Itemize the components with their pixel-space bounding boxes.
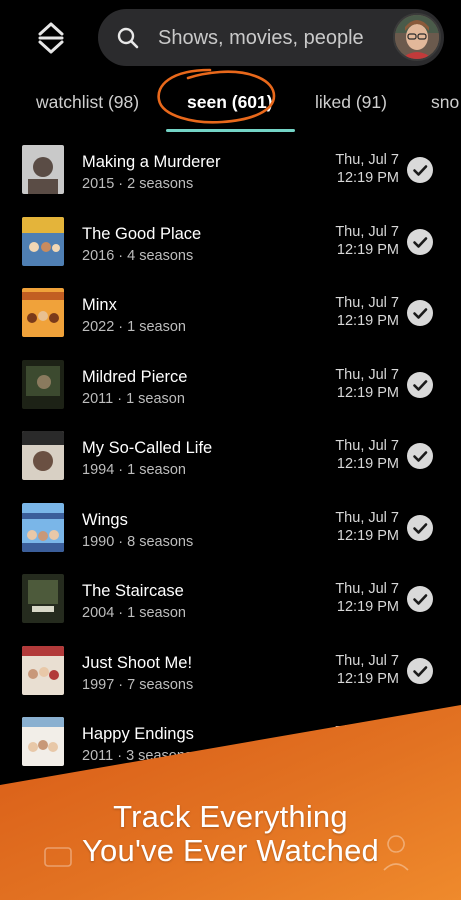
poster-image xyxy=(22,145,64,194)
poster-image xyxy=(22,359,64,409)
poster-image xyxy=(22,216,64,266)
item-date: Thu, Jul 7 12:19 PM xyxy=(335,724,399,758)
item-meta: 1990 · 8 seasons xyxy=(82,533,194,550)
sort-icon[interactable] xyxy=(36,20,66,56)
item-date: Thu, Jul 7 12:19 PM xyxy=(335,223,399,258)
tab-snoozed[interactable]: sno xyxy=(431,92,459,113)
check-icon[interactable] xyxy=(407,300,433,326)
item-title: Wings xyxy=(82,510,128,529)
item-meta: 2011 · 1 season xyxy=(82,390,185,407)
item-title: Minx xyxy=(82,296,117,314)
list-item[interactable]: Mildred Pierce 2011 · 1 season Thu, Jul … xyxy=(0,357,461,429)
item-meta: 2022 · 1 season xyxy=(82,319,186,335)
check-icon[interactable] xyxy=(407,514,433,541)
item-date: Thu, Jul 7 12:19 PM xyxy=(335,652,399,687)
item-title: Mildred Pierce xyxy=(82,367,188,386)
item-title: Just Shoot Me! xyxy=(82,653,193,672)
list-item[interactable]: Happy Endings 2011 · 3 seasons Thu, Jul … xyxy=(0,714,461,786)
nav-your-stuff[interactable]: Your Stuff xyxy=(250,876,311,892)
item-title: The Good Place xyxy=(82,224,202,243)
item-date: Thu, Jul 7 12:19 PM xyxy=(335,152,399,186)
item-date: Thu, Jul 7 12:19 PM xyxy=(335,581,399,615)
tab-watchlist[interactable]: watchlist (98) xyxy=(36,92,139,113)
search-input[interactable] xyxy=(158,23,388,53)
poster-image xyxy=(22,502,64,552)
item-title: The Staircase xyxy=(82,582,184,600)
list-item[interactable]: My So-Called Life 1994 · 1 season Thu, J… xyxy=(0,428,461,500)
item-meta: 2015 · 2 seasons xyxy=(82,176,194,192)
check-icon[interactable] xyxy=(407,157,433,183)
check-icon[interactable] xyxy=(407,443,433,469)
item-title: Happy Endings xyxy=(82,725,194,743)
promo-headline: Track Everything You've Ever Watched xyxy=(82,799,379,868)
check-icon[interactable] xyxy=(407,729,433,755)
item-meta: 2004 · 1 season xyxy=(82,605,186,621)
nav-social[interactable]: Social xyxy=(382,876,420,892)
item-meta: 2016 · 4 seasons xyxy=(82,247,194,264)
list-item[interactable]: Making a Murderer 2015 · 2 seasons Thu, … xyxy=(0,142,461,214)
list-item[interactable]: Wings 1990 · 8 seasons Thu, Jul 7 12:19 P… xyxy=(0,500,461,572)
item-date: Thu, Jul 7 12:19 PM xyxy=(335,509,399,544)
list-item[interactable]: The Good Place 2016 · 4 seasons Thu, Jul… xyxy=(0,214,461,286)
poster-image xyxy=(22,288,64,337)
check-icon[interactable] xyxy=(407,371,433,398)
item-meta: 2011 · 3 seasons xyxy=(82,748,193,764)
avatar[interactable] xyxy=(393,13,441,61)
tab-bar: watchlist (98) seen (601) liked (91) sno xyxy=(0,76,461,132)
check-icon[interactable] xyxy=(407,228,433,255)
list-item[interactable]: The Staircase 2004 · 1 season Thu, Jul 7… xyxy=(0,571,461,643)
poster-image xyxy=(22,431,64,480)
list-item[interactable]: Just Shoot Me! 1997 · 7 seasons Thu, Jul… xyxy=(0,643,461,715)
item-date: Thu, Jul 7 12:19 PM xyxy=(335,295,399,329)
item-title: Making a Murderer xyxy=(82,153,221,171)
item-meta: 1994 · 1 season xyxy=(82,462,186,478)
check-icon[interactable] xyxy=(407,586,433,612)
poster-image xyxy=(22,645,64,695)
tab-seen[interactable]: seen (601) xyxy=(187,92,273,113)
nav-trailers[interactable]: Trailers xyxy=(147,876,193,892)
nav-discover[interactable]: Discover xyxy=(28,876,82,892)
active-tab-indicator xyxy=(166,129,295,132)
poster-image xyxy=(22,574,64,623)
check-icon[interactable] xyxy=(407,657,433,684)
item-title: My So-Called Life xyxy=(82,439,213,457)
item-meta: 1997 · 7 seasons xyxy=(82,676,194,693)
poster-image xyxy=(22,717,64,766)
search-icon xyxy=(116,26,140,50)
item-date: Thu, Jul 7 12:19 PM xyxy=(335,438,399,472)
top-bar xyxy=(0,0,461,76)
list-item[interactable]: Minx 2022 · 1 season Thu, Jul 7 12:19 PM xyxy=(0,285,461,357)
item-date: Thu, Jul 7 12:19 PM xyxy=(335,366,399,401)
tab-liked[interactable]: liked (91) xyxy=(315,92,387,113)
